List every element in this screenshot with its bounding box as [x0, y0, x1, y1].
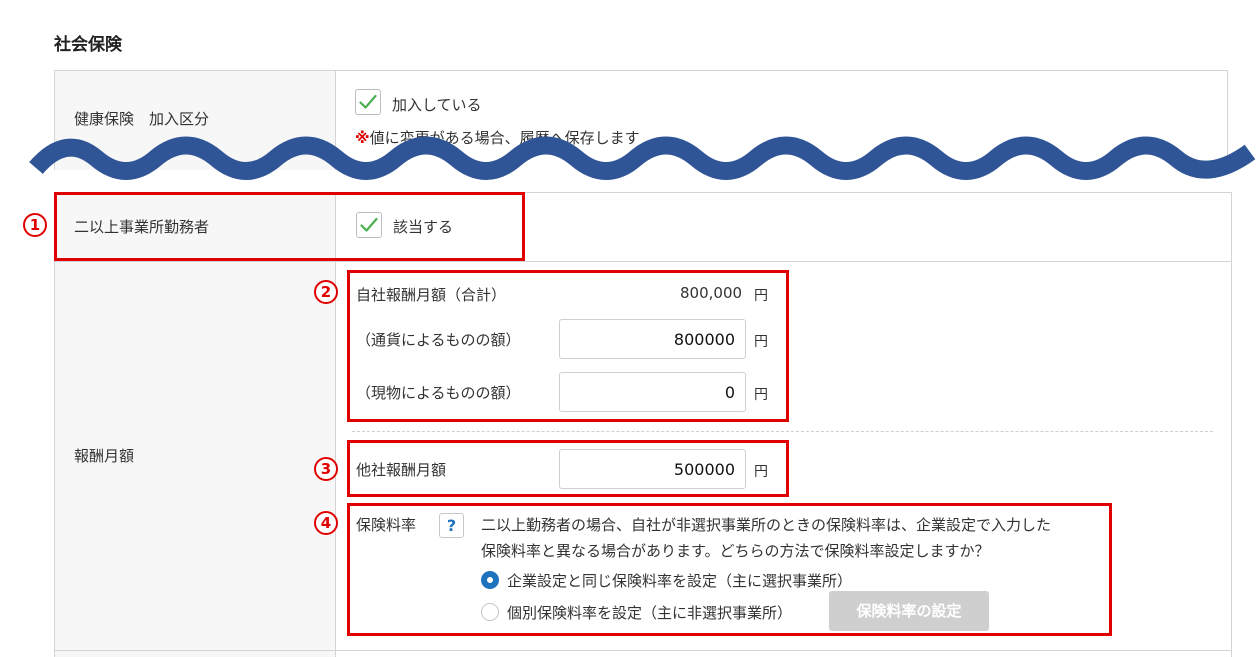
highlight-box-1 [54, 192, 525, 261]
health-insurance-checkbox-label: 加入している [392, 96, 482, 114]
wave-divider [29, 136, 1256, 180]
table-top-border [54, 70, 1228, 71]
highlight-box-3 [347, 440, 789, 497]
table-divider-bottom [335, 192, 336, 657]
health-insurance-checkbox[interactable] [355, 89, 381, 115]
table-bottom-border [54, 650, 1232, 651]
section-separator [352, 431, 1213, 432]
marker-3: 3 [314, 457, 338, 481]
remuneration-row-top [54, 261, 1232, 262]
health-insurance-label: 健康保険 加入区分 [74, 110, 210, 128]
check-icon [359, 94, 377, 109]
table-left-border-bottom [54, 192, 55, 657]
section-title: 社会保険 [54, 35, 122, 55]
highlight-box-4 [347, 503, 1112, 636]
marker-4: 4 [314, 511, 338, 535]
highlight-box-2 [347, 270, 789, 422]
marker-2: 2 [314, 280, 338, 304]
marker-1: 1 [23, 213, 47, 237]
remuneration-label: 報酬月額 [74, 447, 135, 465]
table-right-border-bottom [1231, 192, 1232, 657]
